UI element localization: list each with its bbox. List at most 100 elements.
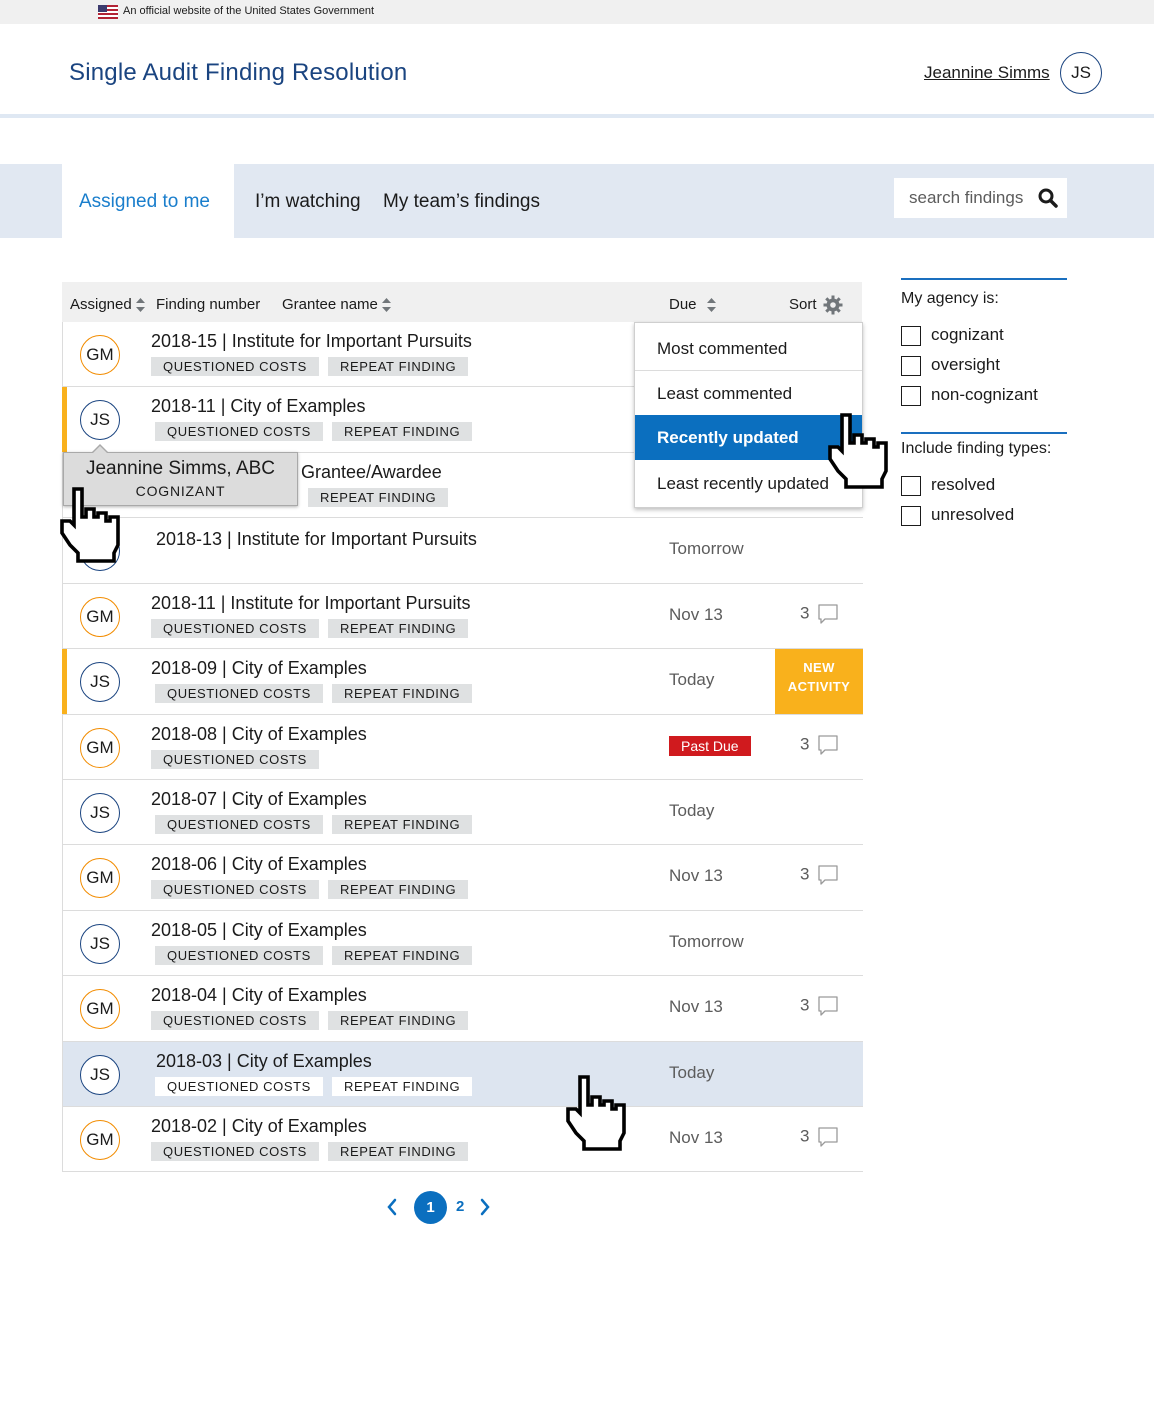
assignee-avatar[interactable]: GM [80,728,120,768]
user-avatar[interactable]: JS [1060,52,1102,94]
finding-tag: REPEAT FINDING [327,619,469,638]
assignee-avatar[interactable]: JS [80,924,120,964]
tab-my-teams-findings[interactable]: My team’s findings [383,191,540,213]
finding-title[interactable]: 2018-05 | City of Examples [151,920,367,941]
finding-title[interactable]: 2018-02 | City of Examples [151,1116,367,1137]
finding-title[interactable]: 2018-11 | Institute for Important Pursui… [151,593,471,614]
chevron-right-icon[interactable] [479,1198,491,1216]
tab-assigned-to-me-label[interactable]: Assigned to me [79,191,210,213]
gov-banner-text: An official website of the United States… [123,5,375,17]
finding-tag: QUESTIONED COSTS [155,422,323,441]
site-title[interactable]: Single Audit Finding Resolution [69,59,407,87]
resolved-label[interactable]: resolved [931,475,995,495]
table-row[interactable]: JS2018-13 | Institute for Important Purs… [63,518,863,584]
finding-title[interactable]: 2018-04 | City of Examples [151,985,367,1006]
assignee-avatar[interactable]: GM [80,858,120,898]
gov-banner: An official website of the United States… [0,0,1154,24]
non-cognizant-label[interactable]: non-cognizant [931,385,1038,405]
oversight-label[interactable]: oversight [931,355,1000,375]
new-activity-badge: NEW ACTIVITY [775,649,863,714]
filter-divider [901,278,1067,280]
assignee-avatar[interactable]: GM [80,335,120,375]
comment-count[interactable]: 3 [800,603,839,625]
finding-tag: QUESTIONED COSTS [151,1011,319,1030]
assignee-avatar[interactable]: GM [80,597,120,637]
assignee-avatar[interactable]: GM [80,989,120,1029]
sort-most-commented[interactable]: Most commented [635,326,862,371]
due-date: Nov 13 [669,1128,723,1147]
finding-tags: QUESTIONED COSTS REPEAT FINDING [151,1011,477,1030]
table-row[interactable]: GM 2018-04 | City of Examples QUESTIONED C… [63,976,863,1042]
non-cognizant-checkbox[interactable] [901,386,921,406]
oversight-checkbox[interactable] [901,356,921,376]
finding-title[interactable]: 2018-11 | City of Examples [151,396,365,417]
user-name-link[interactable]: Jeannine Simms [924,63,1050,83]
column-sort[interactable]: Sort [789,296,817,313]
due-date: Tomorrow [669,539,744,558]
assignee-avatar[interactable]: JS [80,1055,120,1095]
finding-title[interactable]: 2018-13 | Institute for Important Pursui… [156,529,477,550]
agency-filter-heading: My agency is: [901,290,999,307]
comment-icon [818,865,839,885]
due-date: Today [669,1063,715,1082]
table-row[interactable]: GM 2018-02 | City of Examples QUESTIONED C… [63,1107,863,1172]
finding-tags: QUESTIONED COSTS REPEAT FINDING [151,619,477,638]
table-row[interactable]: JS 2018-09 | City of Examples QUESTIONED C… [62,649,863,715]
finding-tag: QUESTIONED COSTS [151,357,319,376]
assignee-avatar[interactable]: JS [80,662,120,702]
table-row[interactable]: JS 2018-03 | City of Examples QUESTIONED C… [63,1042,863,1107]
comment-count[interactable]: 3 [800,1126,839,1148]
finding-tag: QUESTIONED COSTS [155,1077,323,1096]
tab-im-watching[interactable]: I’m watching [255,191,361,213]
gear-icon[interactable] [823,295,843,315]
finding-title[interactable]: 2018-03 | City of Examples [156,1051,372,1072]
assignee-avatar[interactable]: GM [80,1120,120,1160]
finding-tags: QUESTIONED COSTS REPEAT FINDING [151,1142,477,1161]
table-row[interactable]: JS 2018-05 | City of Examples QUESTIONED C… [63,911,863,976]
cognizant-label[interactable]: cognizant [931,325,1004,345]
finding-tags: QUESTIONED COSTS REPEAT FINDING [151,357,477,376]
finding-tag: QUESTIONED COSTS [151,619,319,638]
comment-icon [818,996,839,1016]
finding-tag: QUESTIONED COSTS [155,684,323,703]
finding-tags: QUESTIONED COSTS REPEAT FINDING [155,422,481,441]
page-1-button[interactable]: 1 [414,1191,447,1224]
assignee-avatar[interactable]: JS [80,400,120,440]
finding-tag: QUESTIONED COSTS [151,750,319,769]
finding-title[interactable]: 2018-08 | City of Examples [151,724,367,745]
due-date: Tomorrow [669,932,744,951]
finding-tag: REPEAT FINDING [327,357,469,376]
column-due[interactable]: Due [669,296,716,313]
sort-arrows-icon [135,298,145,313]
chevron-left-icon[interactable] [386,1198,398,1216]
column-finding-number[interactable]: Finding number [156,296,260,313]
tooltip-name: Jeannine Simms, ABC [85,458,276,479]
unresolved-checkbox[interactable] [901,506,921,526]
page-2-button[interactable]: 2 [456,1198,464,1215]
search-input[interactable] [894,178,1034,218]
unresolved-label[interactable]: unresolved [931,505,1014,525]
comment-count[interactable]: 3 [800,734,839,756]
finding-tag: REPEAT FINDING [331,946,473,965]
comment-count[interactable]: 3 [800,995,839,1017]
table-row[interactable]: GM 2018-08 | City of Examples QUESTIONED C… [63,715,863,780]
finding-title[interactable]: 2018-09 | City of Examples [151,658,367,679]
cognizant-checkbox[interactable] [901,326,921,346]
finding-title[interactable]: 2018-07 | City of Examples [151,789,367,810]
resolved-checkbox[interactable] [901,476,921,496]
finding-title[interactable]: 2018-06 | City of Examples [151,854,367,875]
column-grantee-name[interactable]: Grantee name [282,296,391,313]
header-divider [0,114,1154,118]
table-row[interactable]: GM 2018-11 | Institute for Important Purs… [63,584,863,649]
search-icon[interactable] [1038,188,1058,208]
table-row[interactable]: GM 2018-06 | City of Examples QUESTIONED C… [63,845,863,911]
finding-tag: QUESTIONED COSTS [155,946,323,965]
table-row[interactable]: JS 2018-07 | City of Examples QUESTIONED C… [63,780,863,845]
assignee-avatar[interactable]: JS [80,793,120,833]
finding-title[interactable]: 2018-15 | Institute for Important Pursui… [151,331,472,352]
finding-title[interactable]: Grantee/Awardee [301,462,442,483]
past-due-badge: Past Due [669,736,751,756]
column-assigned[interactable]: Assigned [70,296,145,313]
finding-tag: REPEAT FINDING [327,1011,469,1030]
comment-count[interactable]: 3 [800,864,839,886]
